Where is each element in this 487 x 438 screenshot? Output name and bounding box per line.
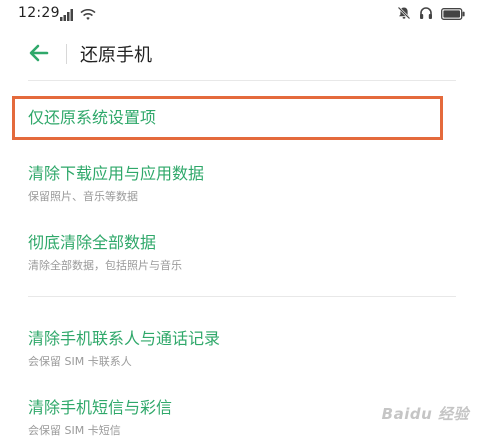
status-bar: 12:29 xyxy=(0,0,487,28)
option-title: 仅还原系统设置项 xyxy=(28,108,157,127)
option-erase-all[interactable]: 彻底清除全部数据 清除全部数据，包括照片与音乐 xyxy=(28,233,448,273)
battery-icon xyxy=(441,5,465,24)
page-title: 还原手机 xyxy=(80,45,152,66)
arrow-left-icon xyxy=(28,44,50,68)
back-button[interactable] xyxy=(28,42,50,64)
header-divider xyxy=(66,44,67,64)
signal-icon xyxy=(60,6,74,25)
status-left-icons xyxy=(60,6,96,25)
option-title: 清除手机联系人与通话记录 xyxy=(28,329,221,348)
wifi-icon xyxy=(80,6,96,25)
option-clear-contacts[interactable]: 清除手机联系人与通话记录 会保留 SIM 卡联系人 xyxy=(28,329,448,369)
divider xyxy=(28,296,456,297)
status-right-icons xyxy=(397,5,465,24)
option-subtitle: 保留照片、音乐等数据 xyxy=(28,190,138,203)
watermark: Baidu 经验 xyxy=(381,405,469,423)
headset-icon xyxy=(419,5,433,24)
option-title: 清除下载应用与应用数据 xyxy=(28,164,205,183)
divider xyxy=(28,80,456,81)
option-clear-apps[interactable]: 清除下载应用与应用数据 保留照片、音乐等数据 xyxy=(28,164,448,204)
option-subtitle: 清除全部数据，包括照片与音乐 xyxy=(28,259,182,272)
option-title: 彻底清除全部数据 xyxy=(28,233,157,252)
status-time: 12:29 xyxy=(18,5,60,21)
app-header: 还原手机 xyxy=(0,28,487,78)
bell-off-icon xyxy=(397,5,411,24)
option-subtitle: 会保留 SIM 卡联系人 xyxy=(28,355,132,368)
option-subtitle: 会保留 SIM 卡短信 xyxy=(28,424,121,437)
option-restore-settings[interactable]: 仅还原系统设置项 xyxy=(28,108,448,128)
